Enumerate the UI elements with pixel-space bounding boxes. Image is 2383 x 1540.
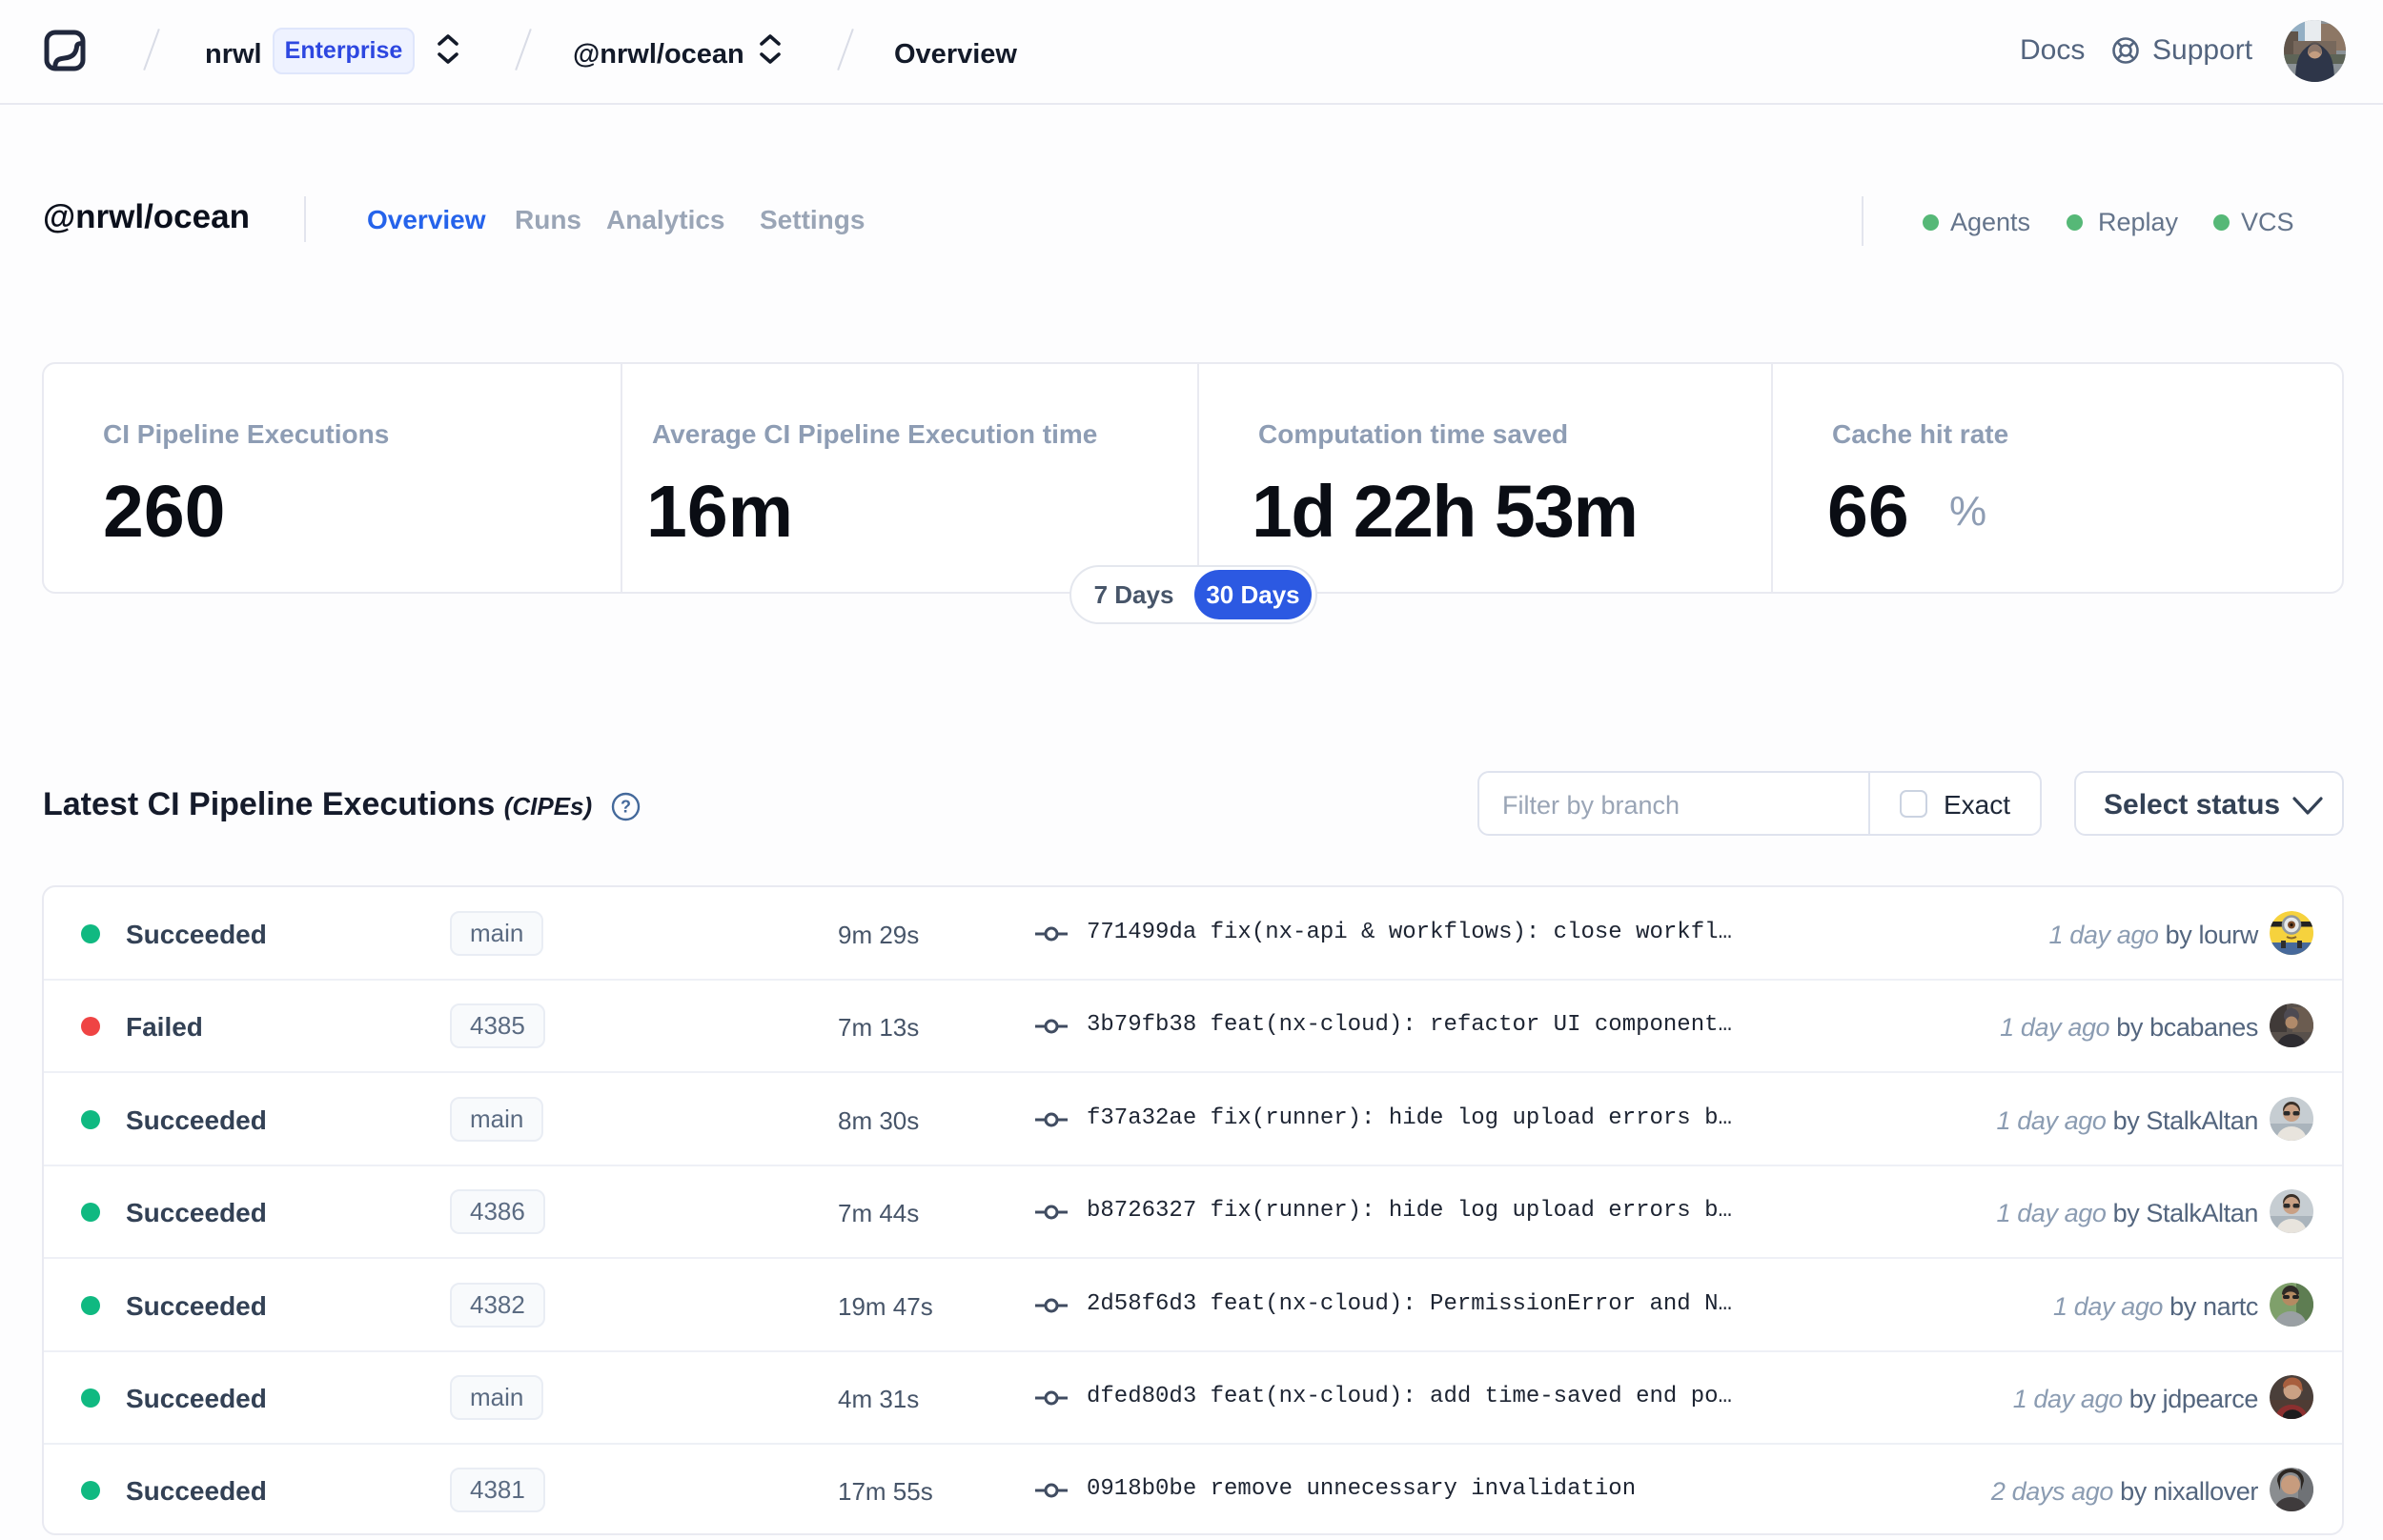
svg-text:?: ? (621, 798, 631, 817)
